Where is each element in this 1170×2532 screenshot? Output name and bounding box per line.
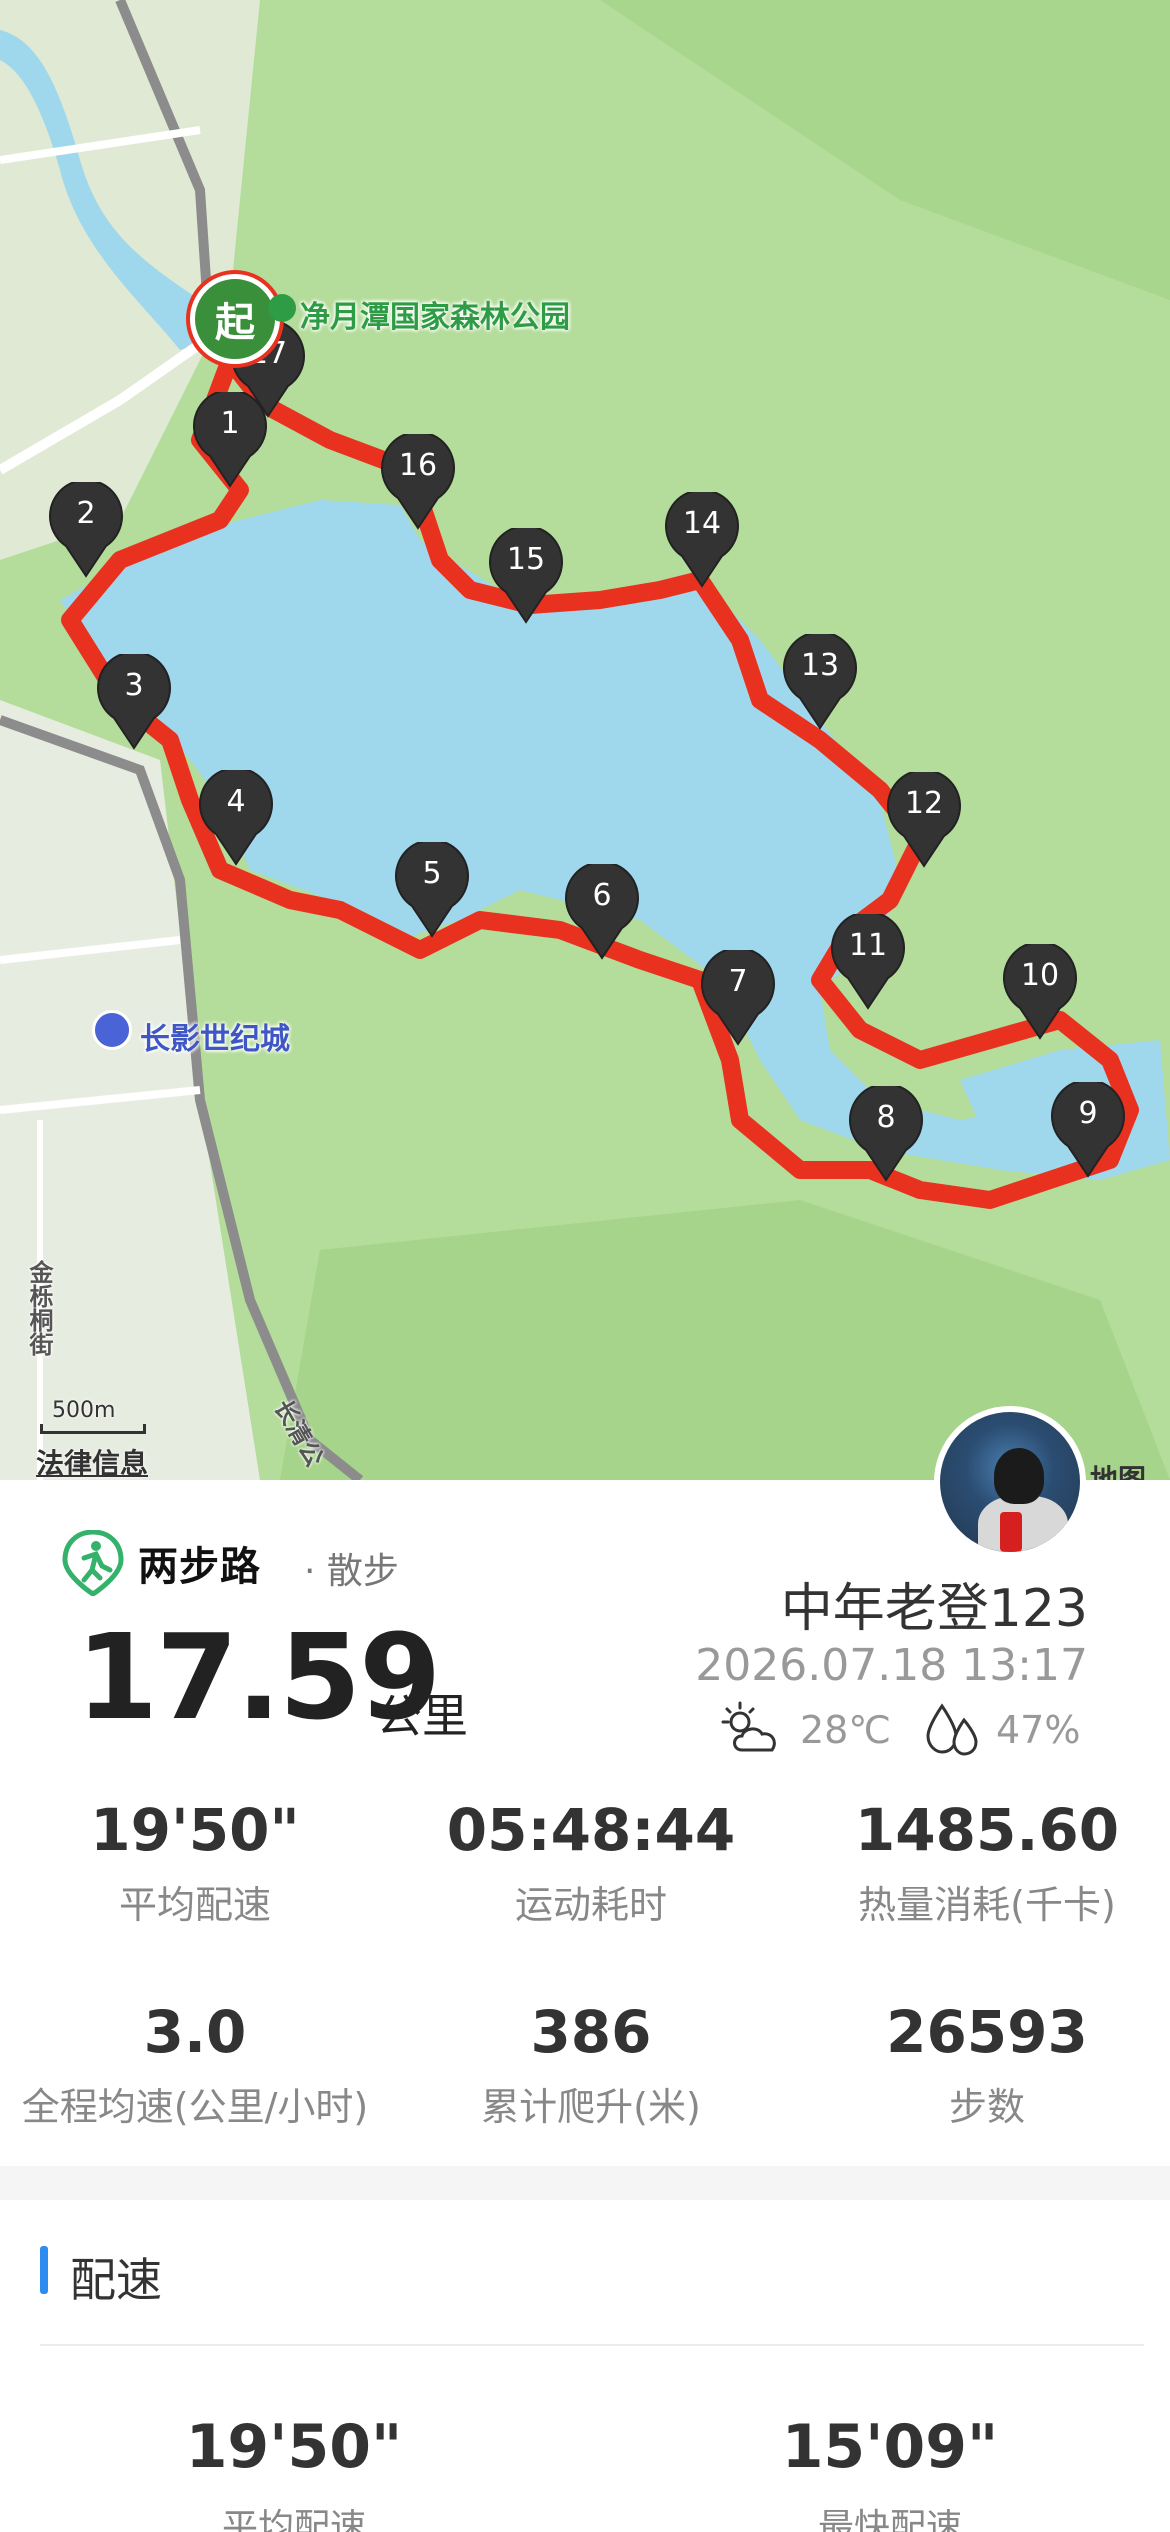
scale-label: 500m [52,1398,116,1423]
waypoint-marker-13[interactable]: 13 [782,634,858,730]
stat-label: 全程均速(公里/小时) [21,2084,369,2129]
section-divider [0,2166,1170,2200]
section-accent-bar [40,2246,48,2294]
activity-date: 2026.07.18 13:17 [695,1640,1088,1691]
pace-fastest-value: 15'09" [781,2412,999,2482]
waypoint-label: 13 [800,648,840,683]
humidity-icon [926,1703,978,1756]
waypoint-marker-3[interactable]: 3 [96,654,172,750]
pace-avg: 19'50" 平均配速 [84,2412,504,2532]
pace-section-title: 配速 [70,2253,162,2307]
stat-value: 386 [530,1998,652,2066]
waypoint-marker-8[interactable]: 8 [848,1086,924,1182]
stat-calories: 1485.60 热量消耗(千卡) [792,1796,1170,1929]
waypoint-label: 14 [682,506,722,541]
waypoint-label: 7 [728,964,748,999]
waypoint-label: 8 [876,1100,896,1135]
stat-avg-speed: 3.0 全程均速(公里/小时) [0,1998,390,2131]
stat-avg-pace: 19'50" 平均配速 [0,1796,390,1929]
stat-value: 19'50" [90,1796,300,1864]
waypoint-marker-15[interactable]: 15 [488,528,564,624]
park-label[interactable]: 净月潭国家森林公园 [300,292,570,336]
street-label: 金栎桐街 [25,1260,53,1356]
humidity: 47% [996,1708,1081,1752]
avatar[interactable] [934,1406,1086,1558]
map-canvas[interactable] [0,0,1170,1480]
distance-unit: 公里 [376,1689,468,1743]
stat-label: 累计爬升(米) [481,2084,701,2129]
waypoint-marker-16[interactable]: 16 [380,434,456,530]
stat-label: 步数 [948,2084,1025,2129]
park-pin-icon [268,294,296,322]
waypoint-label: 12 [904,786,944,821]
city-label[interactable]: 长影世纪城 [140,1014,290,1058]
waypoint-label: 3 [124,668,144,703]
temperature: 28℃ [800,1708,892,1752]
pace-avg-label: 平均配速 [221,2507,366,2532]
waypoint-label: 4 [226,784,246,819]
waypoint-label: 16 [398,448,438,483]
city-pin-icon [92,1010,132,1050]
waypoint-marker-4[interactable]: 4 [198,770,274,866]
scale-bar [40,1424,146,1434]
user-name: 中年老登123 [780,1579,1088,1639]
stat-label: 平均配速 [118,1882,271,1927]
stat-duration: 05:48:44 运动耗时 [396,1796,786,1929]
stat-value: 1485.60 [854,1796,1120,1864]
stat-label: 运动耗时 [514,1882,667,1927]
waypoint-marker-14[interactable]: 14 [664,492,740,588]
waypoint-label: 10 [1020,958,1060,993]
waypoint-label: 15 [506,542,546,577]
start-marker[interactable]: 起 [190,274,280,364]
pace-fastest-label: 最快配速 [817,2507,962,2532]
map-brand: 地图 [1090,1463,1147,1480]
activity-type: · 散步 [304,1551,399,1592]
waypoint-marker-10[interactable]: 10 [1002,944,1078,1040]
stat-elevation-gain: 386 累计爬升(米) [396,1998,786,2131]
stat-value: 3.0 [143,1998,247,2066]
waypoint-label: 2 [76,496,96,531]
waypoint-marker-5[interactable]: 5 [394,842,470,938]
stat-steps: 26593 步数 [792,1998,1170,2131]
stat-value: 05:48:44 [446,1796,736,1864]
stat-value: 26593 [886,1998,1088,2066]
waypoint-marker-12[interactable]: 12 [886,772,962,868]
waypoint-label: 5 [422,856,442,891]
route-map[interactable]: 1 2 3 4 5 6 7 8 9 10 11 12 13 14 15 16 17 起 净月潭国家森林公园 长影世… [0,0,1170,1480]
waypoint-label: 11 [848,928,888,963]
brand-name: 两步路 [138,1544,261,1590]
stat-label: 热量消耗(千卡) [858,1882,1116,1927]
waypoint-label: 6 [592,878,612,913]
waypoint-marker-9[interactable]: 9 [1050,1082,1126,1178]
waypoint-marker-7[interactable]: 7 [700,950,776,1046]
pace-avg-value: 19'50" [185,2412,403,2482]
waypoint-marker-11[interactable]: 11 [830,914,906,1010]
partly-cloudy-icon [721,1701,776,1752]
app-logo-icon [62,1530,124,1596]
waypoint-marker-2[interactable]: 2 [48,482,124,578]
waypoint-marker-6[interactable]: 6 [564,864,640,960]
legal-info-link[interactable]: 法律信息 [36,1442,148,1480]
weather-row: 28℃ 47% [718,1700,1098,1760]
divider [40,2344,1144,2346]
pace-fastest: 15'09" 最快配速 [680,2412,1100,2532]
waypoint-label: 9 [1078,1096,1098,1131]
